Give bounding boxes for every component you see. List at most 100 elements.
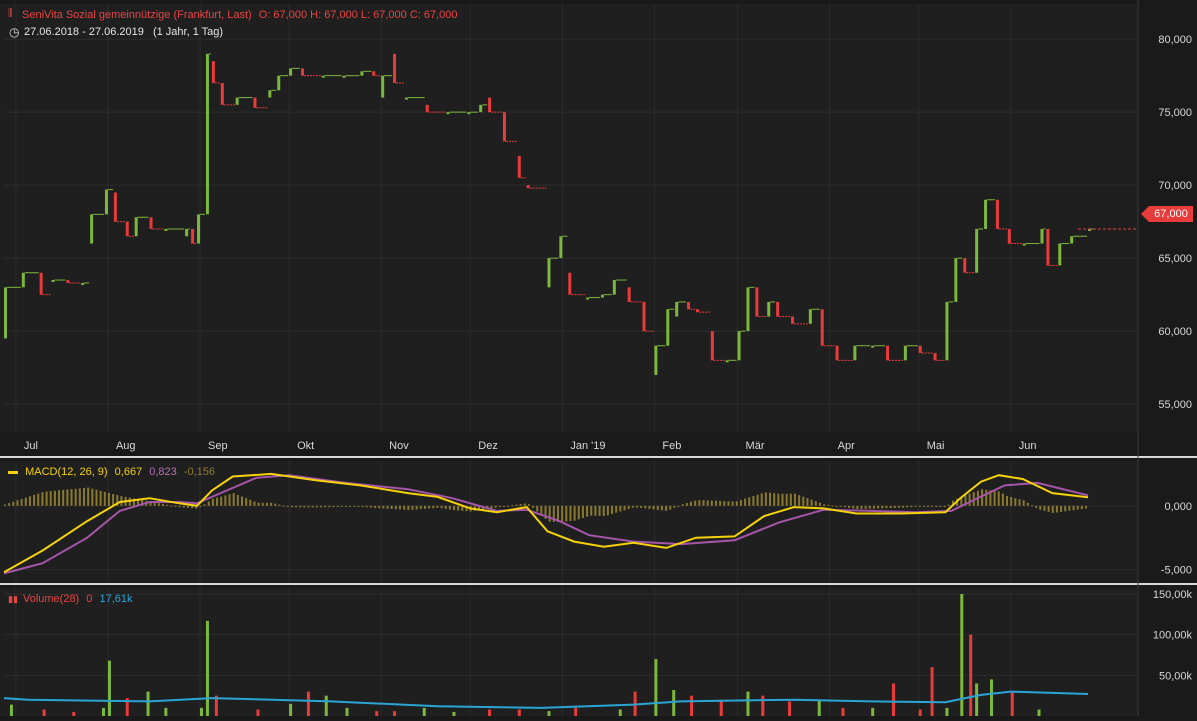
macd-histogram-bar: [839, 505, 842, 507]
macd-histogram-bar: [769, 492, 772, 506]
last-price-badge-arrow: [1141, 206, 1149, 222]
macd-histogram-bar: [885, 505, 888, 509]
macd-histogram-bar: [207, 501, 210, 506]
macd-histogram-bar: [166, 504, 169, 506]
price-candle-down: [1007, 228, 1011, 244]
price-candle-down: [687, 301, 691, 310]
macd-histogram-bar: [199, 505, 202, 508]
macd-histogram-bar: [889, 505, 892, 509]
macd-histogram-bar: [1026, 502, 1029, 506]
macd-histogram-bar: [685, 503, 688, 506]
price-candle-down: [933, 353, 937, 361]
price-tick-label: 80,000: [1158, 34, 1192, 46]
macd-histogram-bar: [810, 499, 813, 506]
volume-bar: [654, 659, 658, 716]
macd-histogram-bar: [444, 505, 447, 509]
macd-histogram-bar: [627, 505, 630, 510]
macd-histogram-bar: [922, 505, 925, 507]
macd-histogram-bar: [910, 505, 913, 508]
price-candle-down: [125, 221, 129, 237]
macd-histogram-bar: [827, 504, 830, 506]
macd-legend-value: 0,667: [114, 466, 143, 478]
signal-legend-value: 0,823: [149, 466, 177, 478]
volume-bar: [817, 699, 821, 716]
macd-histogram-bar: [411, 505, 414, 510]
price-candle-up: [185, 228, 189, 237]
volume-bar: [918, 709, 922, 716]
price-candle-up: [945, 301, 949, 361]
price-candle-up: [559, 236, 563, 259]
volume-bar: [72, 711, 76, 716]
macd-histogram-bar: [752, 496, 755, 506]
macd-histogram-bar: [519, 504, 522, 506]
volume-bar: [871, 707, 875, 716]
macd-histogram-bar: [877, 505, 880, 509]
macd-histogram-bar: [448, 505, 451, 510]
macd-histogram-bar: [968, 493, 971, 506]
price-candle-up: [666, 309, 670, 346]
macd-histogram-bar: [748, 497, 751, 506]
macd-histogram-bar: [1068, 505, 1071, 511]
macd-histogram-bar: [756, 494, 759, 506]
macd-histogram-bar: [1072, 505, 1075, 511]
macd-histogram-bar: [848, 505, 851, 508]
macd-histogram-bar: [324, 505, 327, 508]
price-candle-down: [502, 112, 506, 142]
macd-histogram-bar: [374, 505, 377, 508]
chart-canvas: Jul Aug Sep Okt Nov Dez Jan '19 Feb Mär Apr Mai Jun…: [0, 0, 1197, 716]
macd-histogram-bar: [1060, 505, 1063, 512]
macd-histogram-bar: [793, 493, 796, 506]
price-candle-down: [211, 61, 215, 83]
macd-histogram-bar: [507, 505, 510, 507]
price-candle-down: [710, 331, 714, 361]
price-candle-up: [197, 214, 201, 244]
price-candle-up: [871, 345, 875, 348]
macd-histogram-bar: [41, 492, 44, 506]
x-tick-label: Feb: [662, 440, 681, 452]
macd-histogram-bar: [453, 505, 456, 511]
macd-histogram-bar: [228, 494, 231, 506]
price-candle-up: [600, 294, 604, 298]
macd-histogram-bar: [602, 505, 605, 517]
macd-histogram-bar: [99, 490, 102, 506]
macd-histogram-bar: [1085, 505, 1088, 509]
macd-histogram-bar: [943, 505, 946, 507]
hist-legend-value: -0,156: [183, 466, 216, 478]
price-candle-down: [526, 185, 530, 189]
macd-histogram-bar: [731, 501, 734, 506]
price-candle-up: [1040, 228, 1044, 244]
price-candle-up: [746, 287, 750, 332]
macd-histogram-bar: [295, 505, 298, 508]
price-candle-up: [321, 75, 325, 78]
volume-legend-name: Volume(28): [22, 593, 80, 605]
macd-histogram-bar: [702, 500, 705, 506]
volume-bar: [107, 660, 111, 716]
macd-histogram-bar: [573, 505, 576, 521]
macd-histogram-bar: [814, 501, 817, 506]
volume-bar: [517, 709, 521, 716]
last-price-text: 67,000: [1154, 208, 1188, 220]
macd-histogram-bar: [619, 505, 622, 512]
price-candle-up: [360, 71, 364, 76]
last-price-badge: 67,000: [1149, 206, 1193, 222]
macd-histogram-bar: [681, 504, 684, 506]
volume-bar: [306, 691, 310, 716]
macd-histogram-bar: [669, 505, 672, 510]
macd-histogram-bar: [161, 503, 164, 506]
volume-tick-label: 50,00k: [1159, 670, 1193, 682]
price-candle-up: [547, 258, 551, 288]
price-candle-down: [963, 258, 967, 273]
price-candle-up: [725, 360, 729, 363]
volume-bar: [672, 689, 676, 716]
interval-text: (1 Jahr, 1 Tag): [152, 26, 224, 38]
macd-histogram-bar: [852, 505, 855, 509]
macd-histogram-bar: [644, 505, 647, 509]
macd-histogram-bar: [4, 504, 6, 506]
volume-bar: [930, 667, 934, 716]
macd-histogram-bar: [802, 496, 805, 506]
macd-histogram-bar: [868, 505, 871, 509]
macd-histogram-bar: [947, 504, 950, 506]
macd-histogram-bar: [182, 505, 185, 508]
volume-tick-label: 150,00k: [1153, 589, 1193, 601]
macd-histogram-bar: [336, 505, 339, 507]
